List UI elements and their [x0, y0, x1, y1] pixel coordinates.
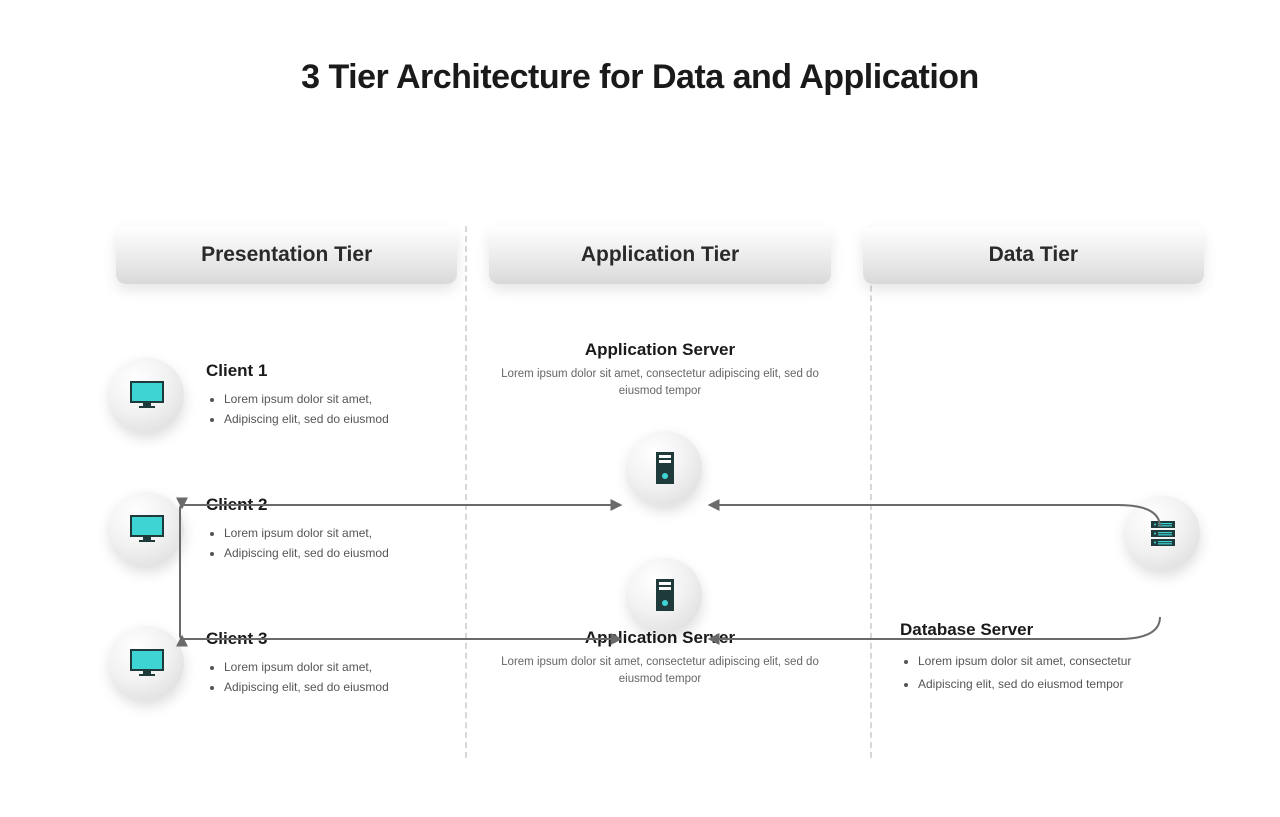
client-title: Client 1 [206, 361, 389, 381]
monitor-icon [110, 358, 184, 432]
app-server-title: Application Server [480, 340, 840, 360]
database-server-title: Database Server [900, 620, 1230, 640]
database-server-bullets: Lorem ipsum dolor sit amet, consectetur … [918, 650, 1230, 696]
tier-application-header: Application Tier [489, 226, 830, 284]
tier-headers-row: Presentation Tier Application Tier Data … [100, 226, 1220, 284]
client-row: Client 3 Lorem ipsum dolor sit amet, Adi… [110, 626, 450, 700]
server-icon [628, 431, 702, 505]
app-server-block: Application Server Lorem ipsum dolor sit… [480, 628, 840, 689]
tier-presentation-header: Presentation Tier [116, 226, 457, 284]
server-icon [628, 558, 702, 632]
database-server-block: Database Server Lorem ipsum dolor sit am… [900, 620, 1230, 696]
client-bullets: Lorem ipsum dolor sit amet, Adipiscing e… [224, 657, 389, 698]
app-server-desc: Lorem ipsum dolor sit amet, consectetur … [480, 366, 840, 401]
client-row: Client 1 Lorem ipsum dolor sit amet, Adi… [110, 358, 450, 432]
client-bullets: Lorem ipsum dolor sit amet, Adipiscing e… [224, 523, 389, 564]
page-title: 3 Tier Architecture for Data and Applica… [0, 58, 1280, 97]
database-icon [1126, 496, 1200, 570]
client-title: Client 2 [206, 495, 389, 515]
tier-divider [870, 226, 872, 758]
app-server-desc: Lorem ipsum dolor sit amet, consectetur … [480, 654, 840, 689]
client-row: Client 2 Lorem ipsum dolor sit amet, Adi… [110, 492, 450, 566]
monitor-icon [110, 626, 184, 700]
tier-data-header: Data Tier [863, 226, 1204, 284]
app-server-block: Application Server Lorem ipsum dolor sit… [480, 340, 840, 401]
client-title: Client 3 [206, 629, 389, 649]
monitor-icon [110, 492, 184, 566]
tier-divider [465, 226, 467, 758]
client-bullets: Lorem ipsum dolor sit amet, Adipiscing e… [224, 389, 389, 430]
